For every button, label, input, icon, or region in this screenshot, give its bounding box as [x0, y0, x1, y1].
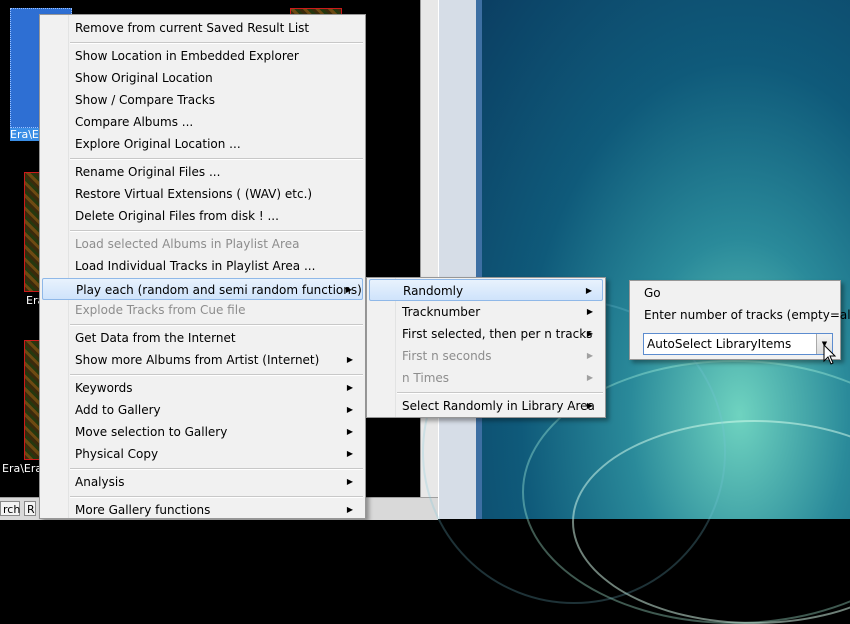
r-button[interactable]: R: [24, 501, 36, 516]
desktop-wallpaper: [422, 0, 850, 624]
menu-item-label: Compare Albums ...: [75, 115, 194, 129]
menu-item-label: Tracknumber: [402, 305, 481, 319]
submenu-item: n Times ▶: [369, 367, 603, 389]
menu-item[interactable]: Rename Original Files ...: [42, 161, 363, 183]
submenu-arrow-icon: ▶: [586, 307, 593, 316]
menu-item[interactable]: Keywords ▶: [42, 377, 363, 399]
menu-item[interactable]: Show / Compare Tracks: [42, 89, 363, 111]
menu-item-label: First selected, then per n tracks: [402, 327, 593, 341]
menu-item-label: n Times: [402, 371, 450, 385]
submenu-arrow-icon: ▶: [346, 405, 353, 414]
album-label: Era\Er: [10, 128, 42, 141]
menu-item[interactable]: Remove from current Saved Result List: [42, 17, 363, 39]
menu-item-label: First n seconds: [402, 349, 492, 363]
submenu-item: First n seconds ▶: [369, 345, 603, 367]
menu-item-label: Randomly: [403, 284, 464, 298]
menu-item: Explode Tracks from Cue file: [42, 299, 363, 321]
submenu-item[interactable]: Randomly ▶: [369, 279, 603, 301]
submenu-arrow-icon: ▶: [586, 351, 593, 360]
menu-item-label: Explore Original Location ...: [75, 137, 241, 151]
menu-item[interactable]: More Gallery functions ▶: [42, 499, 363, 521]
menu-item[interactable]: Add to Gallery ▶: [42, 399, 363, 421]
menu-item[interactable]: Load Individual Tracks in Playlist Area …: [42, 255, 363, 277]
menu-item-label: Analysis: [75, 475, 125, 489]
menu-item-label: Select Randomly in Library Area: [402, 399, 595, 413]
submenu-item[interactable]: First selected, then per n tracks ▶: [369, 323, 603, 345]
menu-item-label: Rename Original Files ...: [75, 165, 221, 179]
menu-item-label: Explode Tracks from Cue file: [75, 303, 246, 317]
menu-item-label: Show / Compare Tracks: [75, 93, 215, 107]
menu-item-label: Load selected Albums in Playlist Area: [75, 237, 300, 251]
menu-item[interactable]: Show more Albums from Artist (Internet) ▶: [42, 349, 363, 371]
menu-separator: [70, 496, 363, 498]
menu-item[interactable]: Show Location in Embedded Explorer: [42, 45, 363, 67]
submenu-arrow-icon: ▶: [346, 427, 353, 436]
menu-item[interactable]: Get Data from the Internet: [42, 327, 363, 349]
menu-item-label: Play each (random and semi random functi…: [76, 283, 362, 297]
submenu-item[interactable]: Tracknumber ▶: [369, 301, 603, 323]
track-count-menu-item[interactable]: Enter number of tracks (empty=all): [632, 304, 850, 326]
menu-item[interactable]: Move selection to Gallery ▶: [42, 421, 363, 443]
menu-item-label: Physical Copy: [75, 447, 159, 461]
context-menu: Remove from current Saved Result List Sho…: [39, 14, 366, 519]
menu-item-label: Get Data from the Internet: [75, 331, 236, 345]
submenu-arrow-icon: ▶: [586, 401, 593, 410]
menu-item-label: More Gallery functions: [75, 503, 211, 517]
menu-separator: [70, 374, 363, 376]
submenu-arrow-icon: ▶: [585, 286, 592, 295]
menu-item-label: Add to Gallery: [75, 403, 161, 417]
submenu-arrow-icon: ▶: [346, 383, 353, 392]
menu-item-label: Remove from current Saved Result List: [75, 21, 310, 35]
menu-item-label: Show Location in Embedded Explorer: [75, 49, 299, 63]
menu-item[interactable]: Show Original Location: [42, 67, 363, 89]
submenu-item[interactable]: Select Randomly in Library Area ▶: [369, 395, 603, 417]
menu-separator: [70, 468, 363, 470]
menu-separator: [70, 324, 363, 326]
submenu-arrow-icon: ▶: [346, 449, 353, 458]
menu-item-label: Enter number of tracks (empty=all): [644, 308, 850, 322]
menu-separator: [397, 392, 603, 394]
menu-item[interactable]: Compare Albums ...: [42, 111, 363, 133]
mouse-pointer-icon: [823, 344, 837, 365]
randomly-submenu: Go Enter number of tracks (empty=all) Au…: [629, 280, 850, 360]
menu-item[interactable]: Play each (random and semi random functi…: [42, 278, 363, 300]
submenu-arrow-icon: ▶: [586, 329, 593, 338]
submenu-arrow-icon: ▶: [346, 477, 353, 486]
submenu-arrow-icon: ▶: [586, 373, 593, 382]
menu-item-label: Restore Virtual Extensions ( (WAV) etc.): [75, 187, 313, 201]
menu-item: Load selected Albums in Playlist Area: [42, 233, 363, 255]
combo-value: AutoSelect LibraryItems: [647, 337, 792, 351]
submenu-arrow-icon: ▶: [346, 505, 353, 514]
go-menu-item[interactable]: Go: [632, 282, 838, 304]
album-label: Era: [26, 294, 40, 307]
search-button[interactable]: rch: [0, 501, 20, 516]
menu-item-label: Keywords: [75, 381, 133, 395]
menu-item[interactable]: Analysis ▶: [42, 471, 363, 493]
submenu-arrow-icon: ▶: [345, 285, 352, 294]
menu-item[interactable]: Delete Original Files from disk ! ...: [42, 205, 363, 227]
autoselect-combo[interactable]: AutoSelect LibraryItems ▼: [643, 333, 833, 355]
menu-item-label: Go: [644, 286, 661, 300]
menu-separator: [70, 230, 363, 232]
menu-item[interactable]: Physical Copy ▶: [42, 443, 363, 465]
menu-separator: [70, 158, 363, 160]
menu-item-label: Load Individual Tracks in Playlist Area …: [75, 259, 316, 273]
menu-item[interactable]: Explore Original Location ...: [42, 133, 363, 155]
menu-separator: [70, 42, 363, 44]
submenu-arrow-icon: ▶: [346, 355, 353, 364]
menu-item-label: Move selection to Gallery: [75, 425, 228, 439]
menu-item-label: Delete Original Files from disk ! ...: [75, 209, 279, 223]
menu-item[interactable]: Restore Virtual Extensions ( (WAV) etc.): [42, 183, 363, 205]
play-each-submenu: Randomly ▶ Tracknumber ▶ First selected, the…: [366, 277, 606, 418]
album-label: Era\Era: [2, 462, 40, 475]
menu-item-label: Show more Albums from Artist (Internet): [75, 353, 320, 367]
menu-item-label: Show Original Location: [75, 71, 213, 85]
